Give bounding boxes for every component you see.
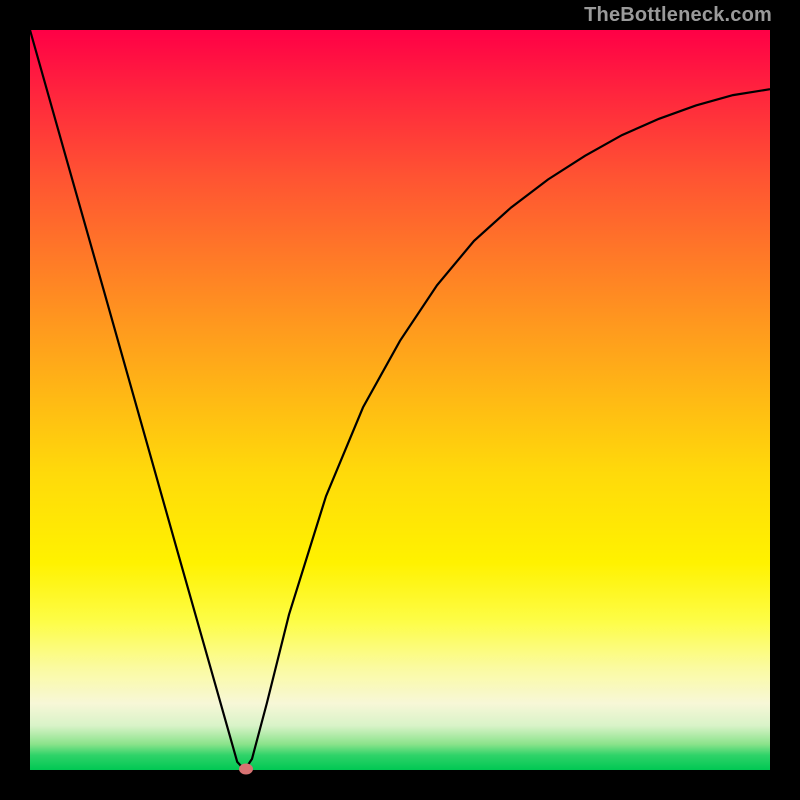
curve-path	[30, 30, 770, 770]
chart-frame: TheBottleneck.com	[0, 0, 800, 800]
watermark-text: TheBottleneck.com	[584, 4, 772, 27]
bottleneck-curve	[30, 30, 770, 770]
minimum-marker	[239, 763, 253, 774]
plot-area	[30, 30, 770, 770]
